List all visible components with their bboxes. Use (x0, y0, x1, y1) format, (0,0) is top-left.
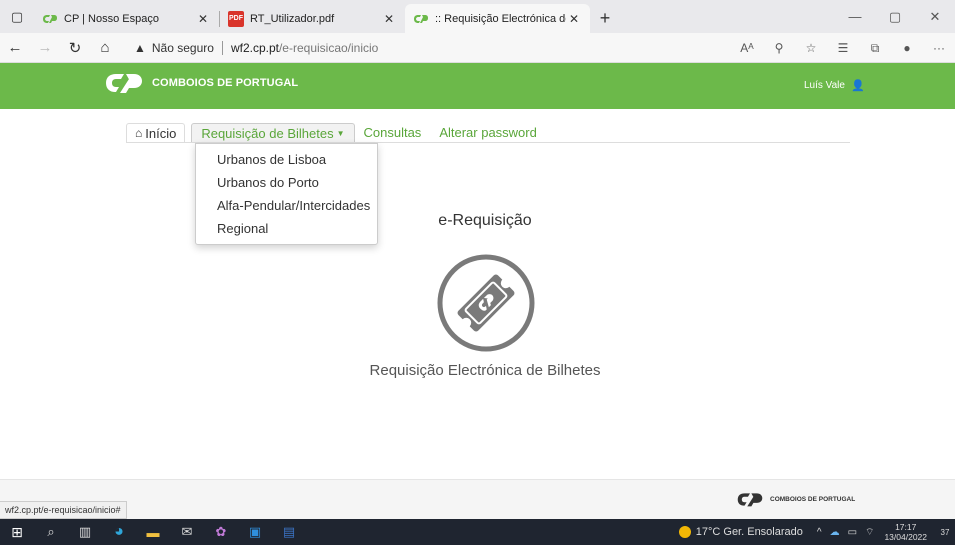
back-icon[interactable]: ← (0, 33, 30, 63)
site-header: COMBOIOS DE PORTUGAL Luís Vale 👤 (0, 63, 955, 109)
nav-label: Requisição de Bilhetes (201, 125, 334, 141)
browser-tab-strip: ▢ CP | Nosso Espaço ✕ PDF RT_Utilizador.… (0, 0, 955, 33)
cp-logo-icon (106, 74, 142, 93)
brand-name: COMBOIOS DE PORTUGAL (152, 77, 299, 89)
pdf-icon: PDF (228, 10, 244, 27)
new-tab-button[interactable]: + (590, 4, 620, 33)
tab-title: RT_Utilizador.pdf (250, 12, 335, 25)
cp-logo[interactable]: COMBOIOS DE PORTUGAL (104, 72, 298, 94)
user-menu[interactable]: Luís Vale 👤 (804, 79, 865, 92)
status-bar-url: wf2.cp.pt/e-requisicao/inicio# (0, 501, 127, 519)
browser-tab-rt-utilizador[interactable]: PDF RT_Utilizador.pdf ✕ (220, 4, 405, 33)
profile-icon[interactable]: ● (891, 41, 923, 55)
chevron-up-icon[interactable]: ^ (817, 527, 822, 538)
notifications-icon[interactable]: 37 (935, 526, 955, 538)
sun-icon (678, 526, 691, 538)
clock-date: 13/04/2022 (884, 532, 927, 542)
footer-logo: COMBOIOS DE PORTUGAL (735, 492, 855, 507)
windows-taskbar: ⊞ ⌕ ▥ ◕ ▬ ✉ ✿ ▣ ▤ 17°C Ger. Ensolarado ^… (0, 519, 955, 545)
caret-down-icon: ▼ (336, 128, 345, 138)
nav-label: Alterar password (439, 125, 537, 140)
close-icon[interactable]: ✕ (566, 12, 582, 26)
security-label: Não seguro (151, 40, 214, 55)
menu-item-urbanos-porto[interactable]: Urbanos do Porto (196, 171, 377, 194)
zoom-icon[interactable]: ⚲ (763, 41, 795, 55)
warning-icon: ▲ (134, 40, 146, 55)
add-favorite-icon[interactable]: ☆ (795, 41, 827, 55)
user-name: Luís Vale (804, 80, 845, 91)
nav-item-inicio[interactable]: ⌂ Início (126, 123, 186, 142)
window-controls: — ▢ ✕ (835, 0, 955, 33)
cp-logo-icon (42, 11, 58, 27)
clock-time: 17:17 (895, 522, 917, 532)
footer-brand-name: COMBOIOS DE PORTUGAL (770, 496, 856, 503)
close-window-icon[interactable]: ✕ (915, 0, 955, 33)
search-icon[interactable]: ⌕ (34, 519, 68, 545)
collections-icon[interactable]: ⧉ (859, 41, 891, 56)
favorites-icon[interactable]: ☰ (827, 41, 859, 55)
system-tray: 17°C Ger. Ensolarado ^ ☁ ▭ ⌔ 17:17 13/04… (678, 519, 955, 545)
wifi-icon[interactable]: ⌔ (865, 526, 874, 539)
clock[interactable]: 17:17 13/04/2022 (884, 522, 927, 542)
battery-icon[interactable]: ▭ (848, 527, 857, 538)
read-aloud-icon[interactable]: Aᴬ (731, 41, 763, 55)
onedrive-icon[interactable]: ☁ (830, 527, 840, 538)
url-field[interactable]: ▲ Não seguro wf2.cp.pt/e-requisicao/inic… (134, 40, 379, 55)
restore-icon[interactable]: ▢ (875, 0, 915, 33)
ticket-icon (437, 254, 535, 352)
minimize-icon[interactable]: — (835, 0, 875, 33)
notification-count: 37 (940, 528, 950, 537)
home-icon: ⌂ (135, 126, 143, 140)
word-icon[interactable]: ▤ (272, 519, 306, 545)
forward-icon[interactable]: → (30, 33, 60, 63)
tab-actions-icon[interactable]: ▢ (0, 0, 34, 33)
tab-title: CP | Nosso Espaço (64, 12, 159, 25)
tab-title: :: Requisição Electrónica de Trans (435, 12, 566, 25)
weather-text: 17°C Ger. Ensolarado (695, 526, 803, 538)
nav-item-alterar-password[interactable]: Alterar password (430, 123, 546, 142)
home-icon[interactable]: ⌂ (90, 33, 120, 63)
url-divider (221, 40, 223, 55)
more-icon[interactable]: ··· (923, 41, 955, 55)
browser-tab-cp-nosso-espaco[interactable]: CP | Nosso Espaço ✕ (34, 4, 219, 33)
url-host: wf2.cp.pt (230, 40, 279, 55)
nav-label: Início (145, 125, 177, 141)
browser-tab-e-requisicao[interactable]: :: Requisição Electrónica de Trans ✕ (405, 4, 590, 33)
refresh-icon[interactable]: ↻ (60, 33, 90, 63)
close-icon[interactable]: ✕ (195, 12, 211, 26)
browser-toolbar-icons: Aᴬ ⚲ ☆ ☰ ⧉ ● ··· (731, 33, 955, 63)
main-nav: ⌂ Início Requisição de Bilhetes ▼ Consul… (126, 123, 850, 143)
page-title: e-Requisição (438, 212, 532, 229)
site-footer: COMBOIOS DE PORTUGAL (0, 479, 955, 519)
file-explorer-icon[interactable]: ▬ (136, 519, 170, 545)
close-icon[interactable]: ✕ (381, 12, 397, 26)
outlook-icon[interactable]: ▣ (238, 519, 272, 545)
cp-logo-icon (737, 493, 763, 507)
address-bar: ← → ↻ ⌂ ▲ Não seguro wf2.cp.pt/e-requisi… (0, 33, 955, 63)
task-view-icon[interactable]: ▥ (68, 519, 102, 545)
nav-label: Consultas (363, 125, 422, 140)
user-icon: 👤 (850, 80, 865, 92)
windows-start-icon[interactable]: ⊞ (0, 519, 34, 545)
page-subtitle: Requisição Electrónica de Bilhetes (369, 362, 601, 379)
edge-icon[interactable]: ◕ (102, 519, 136, 545)
weather-widget[interactable]: 17°C Ger. Ensolarado (678, 526, 803, 538)
menu-item-urbanos-lisboa[interactable]: Urbanos de Lisboa (196, 148, 377, 171)
cp-logo-icon (413, 11, 429, 27)
nav-item-requisicao-bilhetes[interactable]: Requisição de Bilhetes ▼ (191, 123, 355, 142)
nav-item-consultas[interactable]: Consultas (355, 123, 431, 142)
teams-icon[interactable]: ✿ (204, 519, 238, 545)
mail-icon[interactable]: ✉ (170, 519, 204, 545)
url-path: /e-requisicao/inicio (278, 40, 379, 55)
